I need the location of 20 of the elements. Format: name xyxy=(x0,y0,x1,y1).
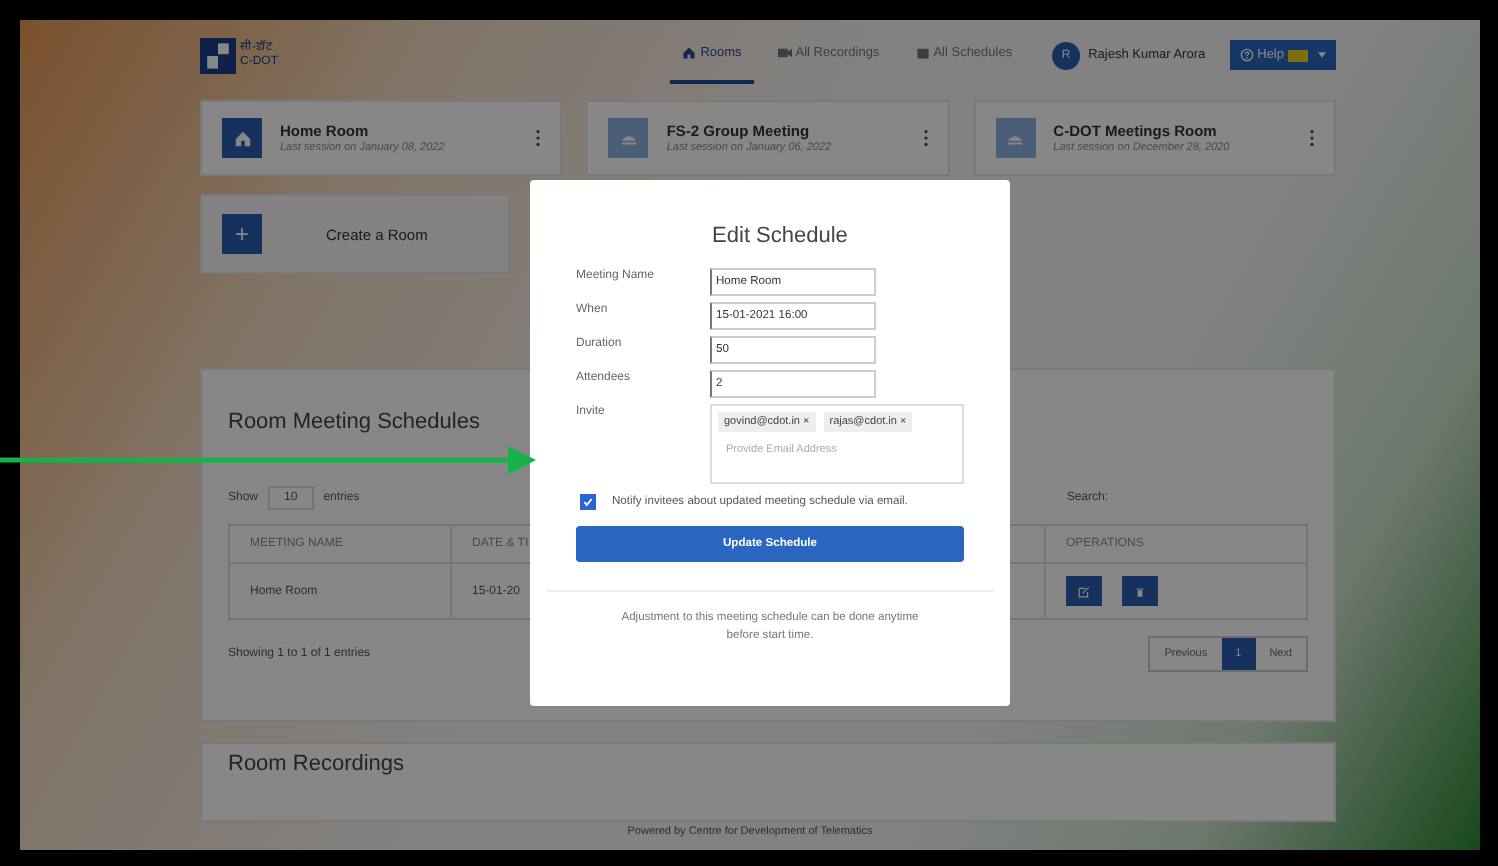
dialog-title: Edit Schedule xyxy=(712,224,848,248)
calendar-icon xyxy=(915,46,930,60)
checkbox[interactable] xyxy=(580,494,596,510)
trash-icon xyxy=(1133,583,1146,599)
caret-icon xyxy=(1318,52,1326,58)
edit-icon xyxy=(1078,583,1090,599)
card-title: Room Recordings xyxy=(228,752,405,776)
home-icon xyxy=(682,46,697,60)
more-icon[interactable] xyxy=(923,130,928,146)
video-camera-icon xyxy=(777,46,792,60)
delete-button[interactable] xyxy=(1121,576,1158,606)
edit-button[interactable] xyxy=(1066,576,1102,606)
more-icon[interactable] xyxy=(536,130,541,146)
plus-icon: + xyxy=(222,214,262,254)
home-icon xyxy=(222,118,262,158)
more-icon[interactable] xyxy=(1309,130,1314,146)
badge-icon xyxy=(1288,49,1308,61)
question-icon xyxy=(1239,48,1254,62)
card-title: Room Meeting Schedules xyxy=(228,410,480,434)
logo-icon xyxy=(200,37,236,73)
